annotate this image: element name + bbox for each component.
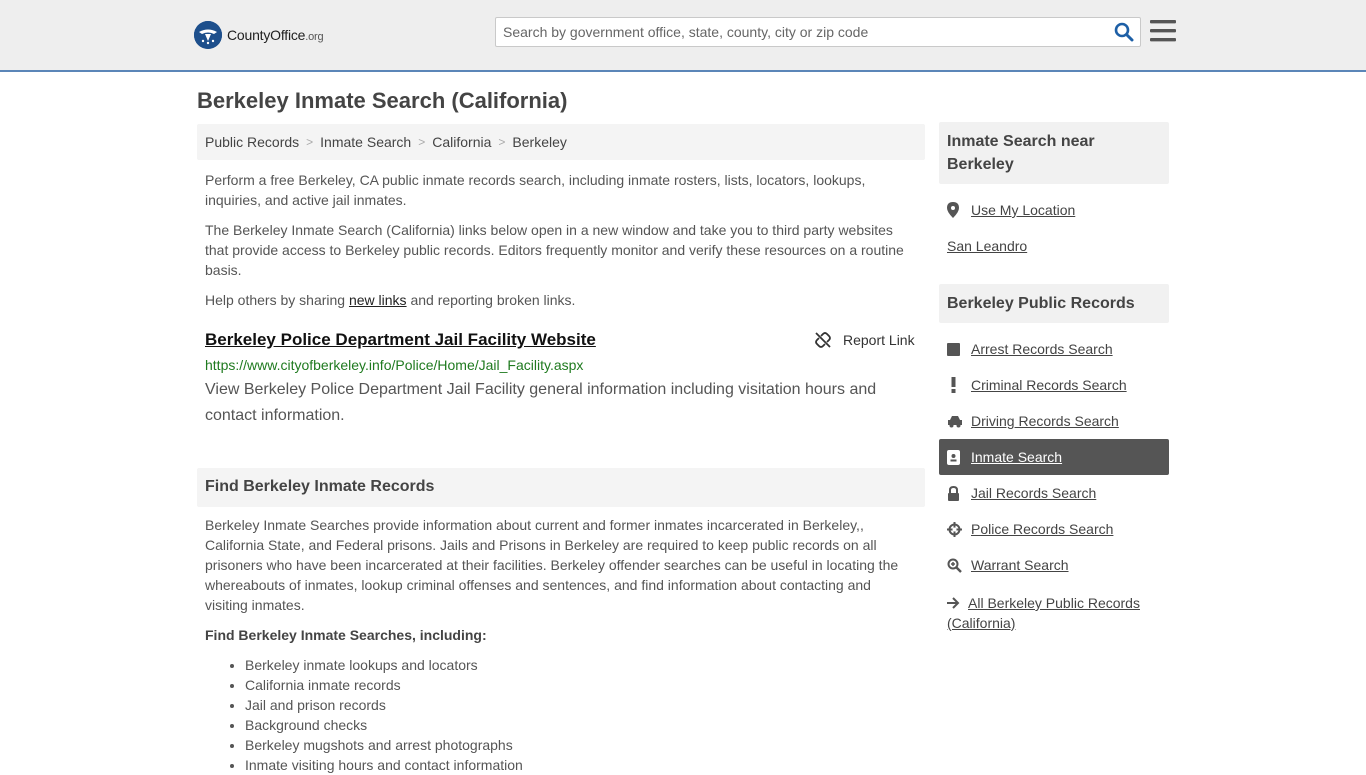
sidebar-item-warrant-search[interactable]: Warrant Search [947,557,1069,573]
list-item: Berkeley inmate lookups and locators [245,655,523,675]
breadcrumb-separator: > [418,135,426,149]
exclamation-icon [947,377,971,393]
breadcrumb-berkeley[interactable]: Berkeley [512,134,566,150]
use-my-location-link[interactable]: Use My Location [971,202,1075,218]
result-title-link[interactable]: Berkeley Police Department Jail Facility… [205,330,596,350]
new-links-link[interactable]: new links [349,292,407,308]
sidebar-item-label[interactable]: Inmate Search [971,449,1062,465]
page-title: Berkeley Inmate Search (California) [197,88,568,113]
breadcrumb-separator: > [498,135,506,149]
sidebar-item-jail-records[interactable]: Jail Records Search [947,485,1096,501]
sidebar-item-label[interactable]: Arrest Records Search [971,341,1113,357]
list-item: Jail and prison records [245,695,523,715]
square-icon [947,342,971,356]
sidebar-item-all-records[interactable]: All Berkeley Public Records (California) [947,593,1157,633]
sidebar-item-label[interactable]: Driving Records Search [971,413,1119,429]
report-link-label: Report Link [843,332,915,348]
car-icon [947,415,971,428]
sidebar-item-police-records[interactable]: Police Records Search [947,521,1113,537]
breadcrumb: Public Records > Inmate Search > Califor… [197,124,925,160]
all-records-link[interactable]: All Berkeley Public Records (California) [947,595,1140,631]
find-records-subheading: Find Berkeley Inmate Searches, including… [205,627,487,643]
site-logo[interactable]: CountyOffice.org [194,21,324,49]
list-item: Inmate visiting hours and contact inform… [245,755,523,775]
map-pin-icon [947,202,971,218]
breadcrumb-separator: > [306,135,314,149]
sidebar-item-driving-records[interactable]: Driving Records Search [947,413,1119,429]
lock-icon [947,485,971,501]
find-records-body: Berkeley Inmate Searches provide informa… [205,517,899,613]
breadcrumb-inmate-search[interactable]: Inmate Search [320,134,411,150]
logo-text: CountyOffice.org [227,27,324,43]
result-description: View Berkeley Police Department Jail Fac… [205,381,877,424]
broken-link-icon [815,332,831,348]
sidebar-item-criminal-records[interactable]: Criminal Records Search [947,377,1127,393]
result-url: https://www.cityofberkeley.info/Police/H… [205,357,584,373]
search-box [495,17,1141,47]
find-records-heading: Find Berkeley Inmate Records [197,468,925,507]
crosshair-icon [947,521,971,537]
sidebar-near-heading: Inmate Search near Berkeley [939,122,1169,184]
find-records-list: Berkeley inmate lookups and locators Cal… [205,655,523,775]
breadcrumb-public-records[interactable]: Public Records [205,134,299,150]
arrow-right-icon [947,597,960,609]
sidebar-item-label[interactable]: Jail Records Search [971,485,1096,501]
report-link-button[interactable]: Report Link [815,332,915,348]
use-my-location[interactable]: Use My Location [947,202,1075,218]
sidebar-item-arrest-records[interactable]: Arrest Records Search [947,341,1113,357]
magnify-icon [947,558,971,573]
hamburger-menu-icon[interactable] [1150,19,1176,43]
sidebar-item-label[interactable]: Police Records Search [971,521,1113,537]
san-leandro-link[interactable]: San Leandro [947,238,1027,254]
list-item: Background checks [245,715,523,735]
sidebar-item-label[interactable]: Warrant Search [971,557,1069,573]
search-icon[interactable] [1114,22,1134,42]
intro-paragraph-2: The Berkeley Inmate Search (California) … [205,222,904,278]
site-header: CountyOffice.org [0,0,1366,72]
sidebar-records-heading: Berkeley Public Records [939,284,1169,323]
eagle-seal-icon [194,21,222,49]
badge-icon [947,449,971,465]
breadcrumb-california[interactable]: California [432,134,491,150]
list-item: California inmate records [245,675,523,695]
intro-paragraph-1: Perform a free Berkeley, CA public inmat… [205,172,866,208]
sidebar-item-inmate-search[interactable]: Inmate Search [947,449,1062,465]
sidebar-item-label[interactable]: Criminal Records Search [971,377,1127,393]
nearby-city[interactable]: San Leandro [947,238,1027,254]
intro-paragraph-3: Help others by sharing new links and rep… [205,292,576,308]
search-input[interactable] [503,18,1103,46]
list-item: Berkeley mugshots and arrest photographs [245,735,523,755]
